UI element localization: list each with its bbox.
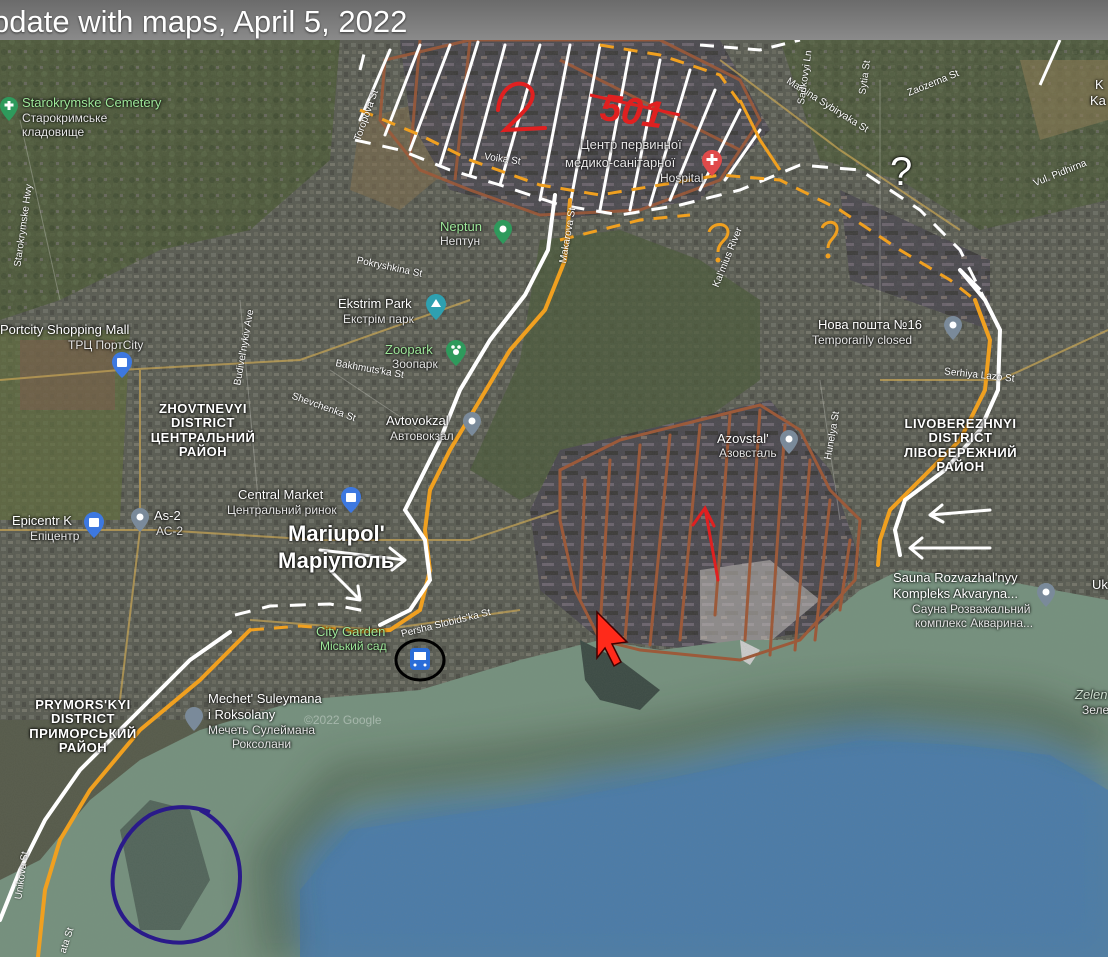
- label-city-garden-local: Міський сад: [320, 639, 387, 653]
- orange-question-mark-1: ?: [707, 216, 708, 217]
- video-title: pdate with maps, April 5, 2022: [0, 4, 408, 39]
- label-azovstal: Azovstal': [717, 431, 769, 446]
- label-edge-ka: Ka: [1090, 93, 1106, 108]
- label-cemetery-local2: кладовище: [22, 125, 85, 139]
- label-city-garden: City Garden: [316, 624, 386, 639]
- location-pin-icon[interactable]: [131, 508, 149, 532]
- label-cemetery-local: Старокримське: [22, 111, 108, 125]
- district-zhovtnevyi-l4: РАЙОН: [178, 443, 228, 459]
- label-centr-3: Hospital: [660, 171, 704, 185]
- label-neptun: Neptun: [440, 219, 482, 234]
- label-as2-local: АС-2: [156, 524, 184, 538]
- label-avtovokzal: Avtovokzal: [386, 413, 449, 428]
- shopping-bag-pin-icon[interactable]: [112, 352, 132, 378]
- label-cemetery: Starokrymske Cemetery: [22, 95, 162, 110]
- label-epicentr-local: Епіцентр: [30, 529, 80, 543]
- label-zelen-local: Зеле: [1082, 703, 1108, 717]
- label-portcity-local: ТРЦ ПортCity: [68, 338, 144, 352]
- label-sauna: Sauna Rozvazhal'nyy: [893, 570, 1018, 585]
- label-epicentr: Epicentr K: [12, 513, 72, 528]
- district-zhovtnevyi: ZHOVTNEVYI DISTRICT ЦЕНТРАЛЬНИЙ РАЙОН: [148, 401, 258, 459]
- orange-question-mark-2: ?: [820, 216, 821, 217]
- district-zhovtnevyi-l3: ЦЕНТРАЛЬНИЙ: [150, 429, 256, 445]
- label-mechet-local: Мечеть Сулеймана: [208, 723, 316, 737]
- district-livoberezhnyi-l3: ЛІВОБЕРЕЖНИЙ: [903, 444, 1018, 460]
- label-mechet-2: i Roksolany: [208, 707, 276, 722]
- label-zelen: Zelen: [1075, 687, 1108, 702]
- label-portcity: Portcity Shopping Mall: [0, 322, 130, 337]
- annotation-501: 501: [597, 86, 667, 138]
- label-as2: As-2: [154, 508, 181, 523]
- satellite-map[interactable]: [0, 0, 1108, 957]
- hospital-pin-icon[interactable]: [702, 150, 722, 176]
- label-nova-poshta: Нова пошта №16: [818, 317, 922, 332]
- district-zhovtnevyi-l2: DISTRICT: [171, 415, 235, 431]
- label-sauna-local2: комплекс Акварина...: [915, 616, 1034, 630]
- label-sauna-local: Сауна Розважальний: [912, 602, 1031, 616]
- label-avtovokzal-local: Автовокзал: [390, 429, 454, 443]
- district-livoberezhnyi-l2: DISTRICT: [928, 430, 993, 446]
- label-nova-poshta-status: Temporarily closed: [812, 333, 913, 347]
- label-centr: Центр первинної: [580, 137, 682, 152]
- district-prymorskyi-l2: DISTRICT: [51, 711, 115, 727]
- shopping-pin-icon[interactable]: [494, 220, 512, 244]
- city-name-local: Маріуполь: [278, 548, 395, 573]
- district-prymorskyi-l4: РАЙОН: [58, 739, 108, 755]
- city-name: Mariupol': [288, 521, 385, 546]
- location-pin-icon[interactable]: [944, 316, 962, 340]
- label-ekstrim-local: Екстрім парк: [343, 312, 414, 326]
- label-centr-2: медико-санітарної: [565, 155, 676, 170]
- shopping-bag-pin-icon[interactable]: [341, 487, 361, 513]
- label-sauna-2: Kompleks Akvaryna...: [893, 586, 1018, 601]
- label-mechet-local2: Роксолани: [232, 737, 292, 751]
- label-ekstrim: Ekstrim Park: [338, 296, 412, 311]
- location-pin-icon[interactable]: [463, 412, 481, 436]
- label-azovstal-local: Азовсталь: [719, 446, 777, 460]
- label-central-market: Central Market: [238, 487, 324, 502]
- cemetery-pin-icon[interactable]: [0, 97, 18, 121]
- shopping-bag-pin-icon[interactable]: [84, 512, 104, 538]
- label-neptun-local: Нептун: [440, 234, 481, 248]
- google-watermark: ©2022 Google: [304, 713, 382, 727]
- annotation-2: 2: [505, 82, 506, 83]
- park-pin-icon[interactable]: [426, 294, 446, 320]
- district-livoberezhnyi: LIVOBEREZHNYI DISTRICT ЛІВОБЕРЕЖНИЙ РАЙО…: [898, 416, 1023, 474]
- label-central-market-local: Центральний ринок: [227, 503, 337, 517]
- district-livoberezhnyi-l4: РАЙОН: [936, 458, 985, 474]
- white-question-mark: ?: [890, 150, 913, 194]
- label-zoopark: Zoopark: [385, 342, 433, 357]
- location-pin-icon[interactable]: [1037, 583, 1055, 607]
- location-pin-icon[interactable]: [780, 430, 798, 454]
- mosque-pin-icon[interactable]: [185, 707, 203, 731]
- map-screenshot: pdate with maps, April 5, 2022 501 2 ? ?…: [0, 0, 1108, 957]
- district-prymorskyi: PRYMORS'KYI DISTRICT ПРИМОРСЬКИЙ РАЙОН: [28, 697, 138, 755]
- district-prymorskyi-l3: ПРИМОРСЬКИЙ: [29, 725, 137, 741]
- zoo-pin-icon[interactable]: [446, 340, 466, 366]
- label-edge-k: K: [1095, 77, 1104, 92]
- label-edge-uk: Uk: [1092, 577, 1108, 592]
- label-mechet: Mechet' Suleymana: [208, 691, 322, 706]
- video-title-bar: pdate with maps, April 5, 2022: [0, 0, 1108, 40]
